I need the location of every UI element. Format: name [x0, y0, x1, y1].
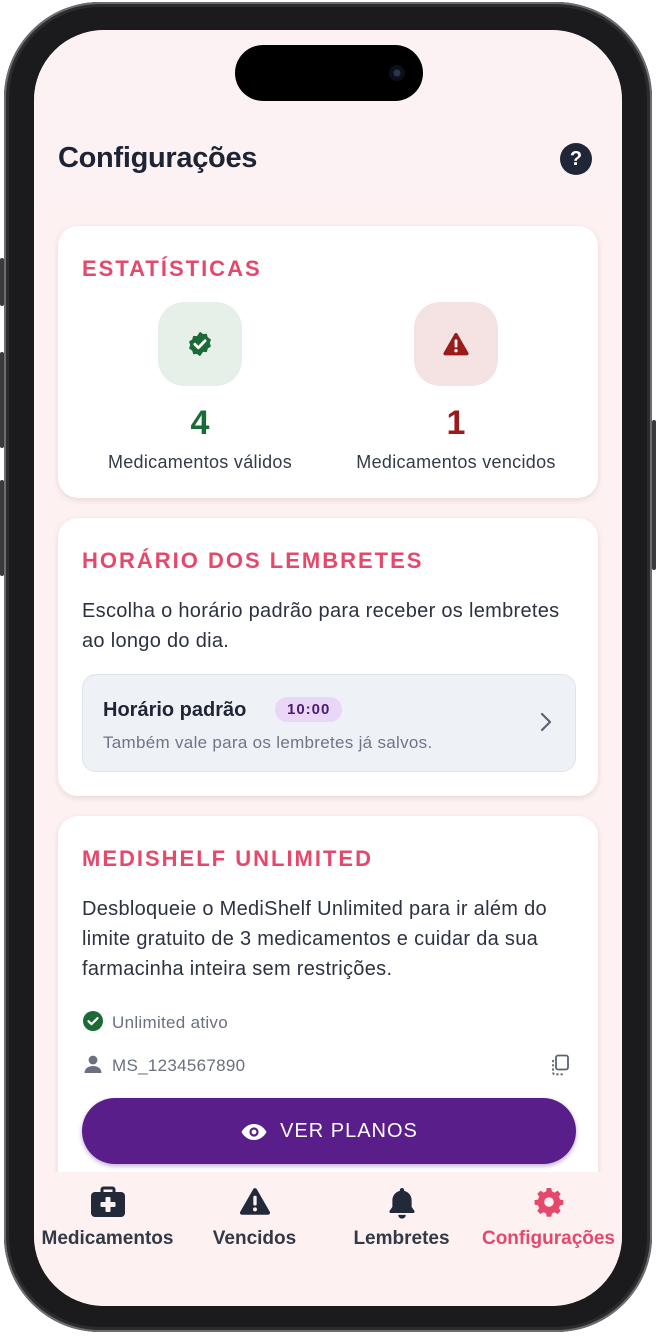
- default-time-note: Também vale para os lembretes já salvos.: [103, 733, 433, 752]
- bell-icon: [388, 1188, 415, 1219]
- help-button[interactable]: ?: [560, 143, 592, 175]
- user-id-row: MS_1234567890: [82, 1053, 245, 1076]
- volume-up-button: [0, 352, 4, 448]
- copy-icon[interactable]: [550, 1054, 570, 1076]
- statistics-card: ESTATÍSTICAS 4 Medicamentos válidos 1 Me…: [58, 226, 598, 498]
- dynamic-island: [235, 45, 423, 101]
- unlimited-title: MEDISHELF UNLIMITED: [82, 846, 373, 871]
- warning-icon: [239, 1188, 270, 1215]
- reminder-description: Escolha o horário padrão para receber os…: [82, 600, 560, 652]
- eye-icon: [241, 1124, 267, 1140]
- unlimited-status: Unlimited ativo: [82, 1010, 228, 1033]
- stat-expired: 1 Medicamentos vencidos: [326, 302, 586, 473]
- tab-vencidos-label: Vencidos: [212, 1228, 297, 1249]
- gear-icon: [534, 1188, 563, 1217]
- bottom-tab-bar: Medicamentos Vencidos Lembretes Configur…: [34, 1172, 622, 1306]
- tab-vencidos[interactable]: Vencidos: [181, 1186, 328, 1250]
- time-badge: 10:00: [275, 697, 343, 722]
- unlimited-description: Desbloqueie o MediShelf Unlimited para i…: [82, 898, 547, 980]
- tab-configuracoes[interactable]: Configurações: [475, 1186, 622, 1250]
- expired-warning-icon: [414, 302, 498, 386]
- tab-medicamentos-label: Medicamentos: [41, 1228, 174, 1249]
- help-icon: ?: [569, 148, 583, 170]
- check-circle-icon: [83, 1011, 103, 1031]
- tab-lembretes-label: Lembretes: [353, 1228, 450, 1249]
- expired-count: 1: [446, 404, 466, 442]
- power-button: [652, 420, 656, 570]
- medkit-icon: [90, 1186, 125, 1217]
- unlimited-status-text: Unlimited ativo: [112, 1013, 228, 1032]
- valid-label: Medicamentos válidos: [107, 452, 293, 472]
- reminder-time-card: HORÁRIO DOS LEMBRETES Escolha o horário …: [58, 518, 598, 796]
- default-time-selector[interactable]: Horário padrão 10:00 Também vale para os…: [82, 674, 576, 772]
- verified-badge-icon: [158, 302, 242, 386]
- stat-valid: 4 Medicamentos válidos: [70, 302, 330, 473]
- action-button: [0, 258, 4, 306]
- tab-lembretes[interactable]: Lembretes: [328, 1186, 475, 1250]
- expired-label: Medicamentos vencidos: [356, 452, 556, 472]
- default-time-label: Horário padrão: [103, 699, 247, 721]
- statistics-title: ESTATÍSTICAS: [82, 256, 262, 281]
- camera-icon: [389, 65, 405, 81]
- tab-medicamentos[interactable]: Medicamentos: [34, 1186, 181, 1250]
- screen: ESTATÍSTICAS 4 Medicamentos válidos 1 Me…: [34, 30, 622, 1306]
- settings-scroll-area[interactable]: ESTATÍSTICAS 4 Medicamentos válidos 1 Me…: [34, 202, 622, 1172]
- user-id-text: MS_1234567890: [112, 1056, 246, 1075]
- chevron-right-icon: [540, 712, 552, 732]
- page-title: Configurações: [58, 142, 258, 174]
- reminder-title: HORÁRIO DOS LEMBRETES: [82, 548, 424, 573]
- volume-down-button: [0, 480, 4, 576]
- unlimited-card: MEDISHELF UNLIMITED Desbloqueie o MediSh…: [58, 816, 598, 1172]
- valid-count: 4: [190, 404, 210, 442]
- tab-configuracoes-label: Configurações: [481, 1228, 616, 1249]
- person-icon: [84, 1055, 102, 1073]
- see-plans-button[interactable]: VER PLANOS: [82, 1098, 576, 1164]
- see-plans-label: VER PLANOS: [280, 1120, 418, 1142]
